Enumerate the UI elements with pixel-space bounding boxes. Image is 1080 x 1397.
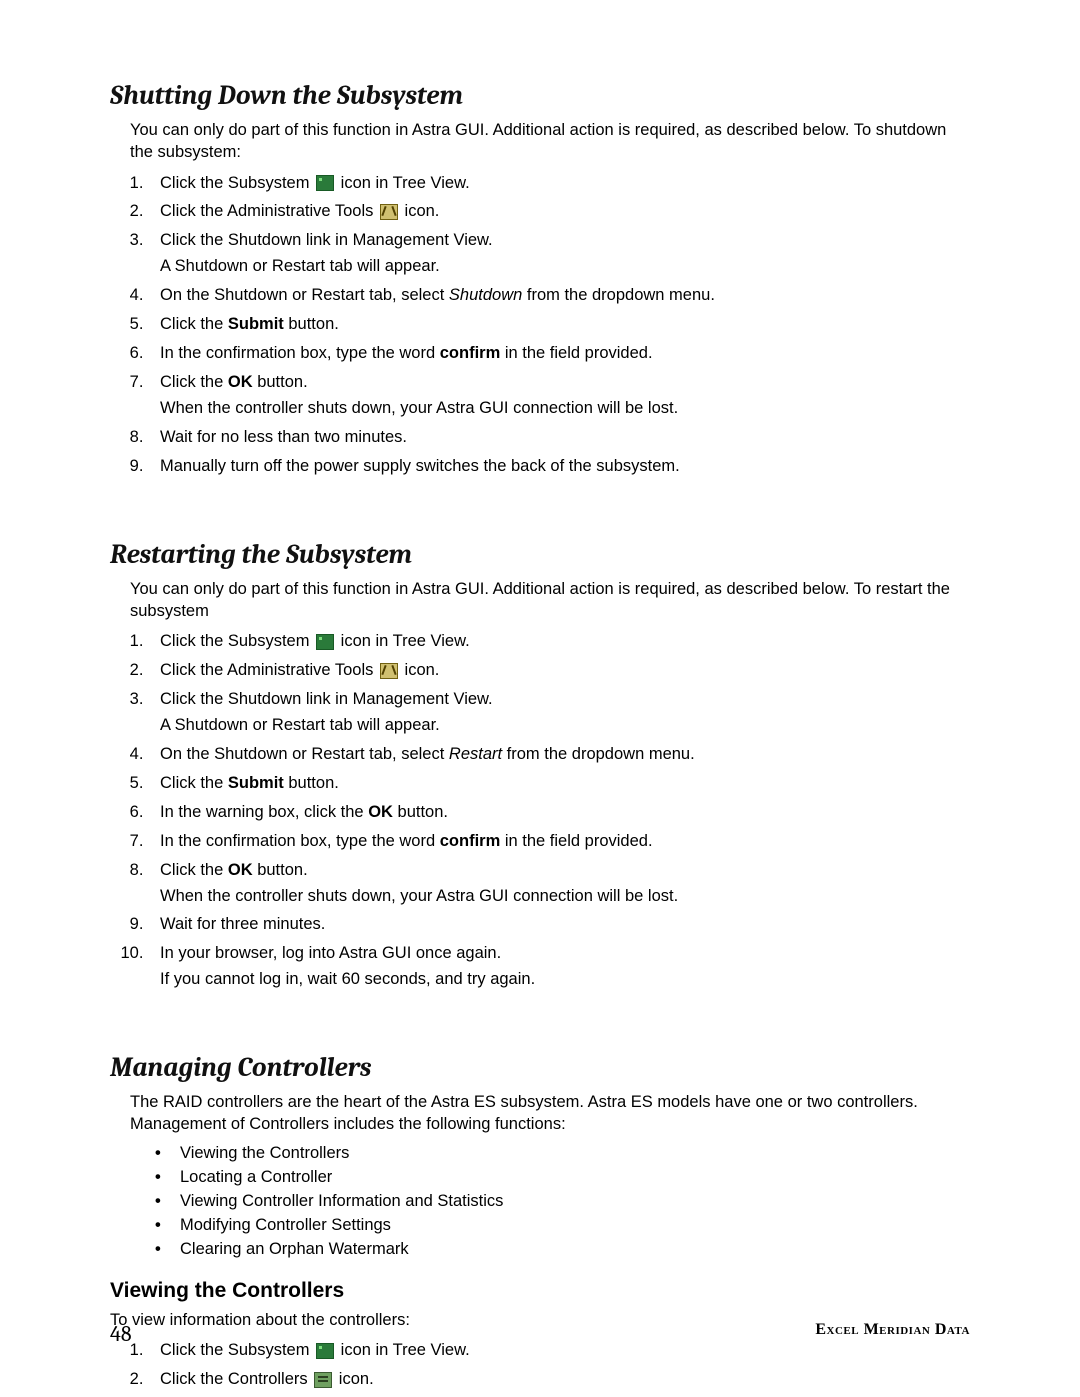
step-subtext: A Shutdown or Restart tab will appear. [160, 714, 970, 738]
step-text: in the field provided. [500, 344, 652, 362]
step-item: On the Shutdown or Restart tab, select R… [148, 743, 970, 767]
step-item: In your browser, log into Astra GUI once… [148, 942, 970, 992]
step-text-italic: Restart [449, 745, 502, 763]
step-text-bold: confirm [440, 832, 501, 850]
step-text: icon. [400, 661, 439, 679]
step-text: On the Shutdown or Restart tab, select [160, 286, 449, 304]
step-text: icon. [400, 202, 439, 220]
heading-restarting: Restarting the Subsystem [110, 539, 970, 570]
step-text: Click the Subsystem [160, 174, 314, 192]
step-item: Click the Subsystem icon in Tree View. [148, 172, 970, 196]
step-text: In the confirmation box, type the word [160, 344, 440, 362]
step-text: button. [284, 774, 339, 792]
bullet-list-functions: Viewing the Controllers Locating a Contr… [170, 1144, 970, 1259]
controllers-icon [314, 1372, 332, 1388]
step-text: Click the [160, 861, 228, 879]
step-subtext: If you cannot log in, wait 60 seconds, a… [160, 968, 970, 992]
step-item: Click the Controllers icon. [148, 1368, 970, 1392]
step-text: Click the [160, 315, 228, 333]
list-item: Clearing an Orphan Watermark [170, 1240, 970, 1259]
step-text: Click the Administrative Tools [160, 661, 378, 679]
step-text-bold: OK [228, 861, 253, 879]
step-item: In the confirmation box, type the word c… [148, 342, 970, 366]
step-item: Click the Shutdown link in Management Vi… [148, 229, 970, 279]
step-text: icon. [334, 1370, 373, 1388]
step-subtext: When the controller shuts down, your Ast… [160, 885, 970, 909]
step-text: button. [284, 315, 339, 333]
subheading-viewing-controllers: Viewing the Controllers [110, 1279, 970, 1303]
heading-shutting-down: Shutting Down the Subsystem [110, 80, 970, 111]
step-item: Click the Shutdown link in Management Vi… [148, 688, 970, 738]
step-item: On the Shutdown or Restart tab, select S… [148, 284, 970, 308]
step-item: Click the Subsystem icon in Tree View. [148, 630, 970, 654]
step-text: Click the Administrative Tools [160, 202, 378, 220]
admin-tools-icon [380, 204, 398, 220]
list-item: Modifying Controller Settings [170, 1216, 970, 1235]
admin-tools-icon [380, 663, 398, 679]
heading-managing-controllers: Managing Controllers [110, 1052, 970, 1083]
step-text: Click the [160, 774, 228, 792]
list-item: Locating a Controller [170, 1168, 970, 1187]
step-text: from the dropdown menu. [502, 745, 695, 763]
step-text: Click the Shutdown link in Management Vi… [160, 690, 493, 708]
steps-restarting: Click the Subsystem icon in Tree View. C… [148, 630, 970, 992]
step-subtext: When the controller shuts down, your Ast… [160, 397, 970, 421]
document-page: Shutting Down the Subsystem You can only… [0, 0, 1080, 1397]
step-text-bold: OK [228, 373, 253, 391]
step-text-bold: Submit [228, 774, 284, 792]
subsystem-icon [316, 175, 334, 191]
step-text: In the confirmation box, type the word [160, 832, 440, 850]
step-item: Click the Submit button. [148, 313, 970, 337]
step-text-bold: OK [368, 803, 393, 821]
step-item: Click the OK button. When the controller… [148, 859, 970, 909]
intro-managing: The RAID controllers are the heart of th… [130, 1091, 970, 1136]
step-text: Click the Controllers [160, 1370, 312, 1388]
step-text-bold: Submit [228, 315, 284, 333]
list-item: Viewing the Controllers [170, 1144, 970, 1163]
step-text: icon in Tree View. [336, 632, 470, 650]
step-item: Click the Submit button. [148, 772, 970, 796]
step-text: from the dropdown menu. [522, 286, 715, 304]
step-text-bold: confirm [440, 344, 501, 362]
step-item: Click the Administrative Tools icon. [148, 200, 970, 224]
page-number: 48 [110, 1321, 132, 1347]
footer-brand: Excel Meridian Data [815, 1321, 970, 1339]
step-item: Manually turn off the power supply switc… [148, 455, 970, 479]
intro-shutting-down: You can only do part of this function in… [130, 119, 970, 164]
step-item: Wait for three minutes. [148, 913, 970, 937]
step-text: Click the [160, 373, 228, 391]
list-item: Viewing Controller Information and Stati… [170, 1192, 970, 1211]
step-item: Click the OK button. When the controller… [148, 371, 970, 421]
step-item: In the warning box, click the OK button. [148, 801, 970, 825]
step-text: button. [253, 373, 308, 391]
step-text-italic: Shutdown [449, 286, 522, 304]
step-text: button. [393, 803, 448, 821]
steps-shutting-down: Click the Subsystem icon in Tree View. C… [148, 172, 970, 479]
step-subtext: A Shutdown or Restart tab will appear. [160, 255, 970, 279]
step-text: button. [253, 861, 308, 879]
step-item: Wait for no less than two minutes. [148, 426, 970, 450]
subsystem-icon [316, 634, 334, 650]
step-text: In the warning box, click the [160, 803, 368, 821]
step-item: In the confirmation box, type the word c… [148, 830, 970, 854]
intro-restarting: You can only do part of this function in… [130, 578, 970, 623]
step-text: Click the Subsystem [160, 632, 314, 650]
step-text: in the field provided. [500, 832, 652, 850]
step-text: icon in Tree View. [336, 174, 470, 192]
step-text: On the Shutdown or Restart tab, select [160, 745, 449, 763]
step-text: Click the Shutdown link in Management Vi… [160, 231, 493, 249]
page-footer: 48 Excel Meridian Data [110, 1321, 970, 1347]
step-text: In your browser, log into Astra GUI once… [160, 944, 501, 962]
step-item: Click the Administrative Tools icon. [148, 659, 970, 683]
